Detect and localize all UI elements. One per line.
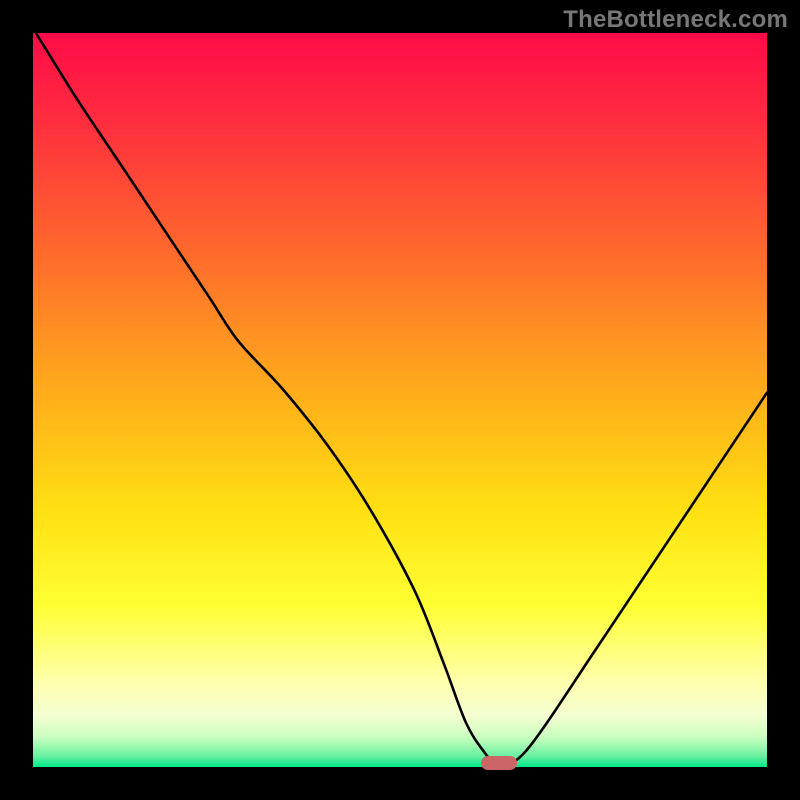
optimal-marker-pill	[481, 756, 517, 770]
chart-gradient-background	[33, 33, 767, 767]
bottleneck-chart	[33, 33, 767, 767]
watermark-text: TheBottleneck.com	[563, 6, 788, 34]
chart-svg	[33, 33, 767, 767]
